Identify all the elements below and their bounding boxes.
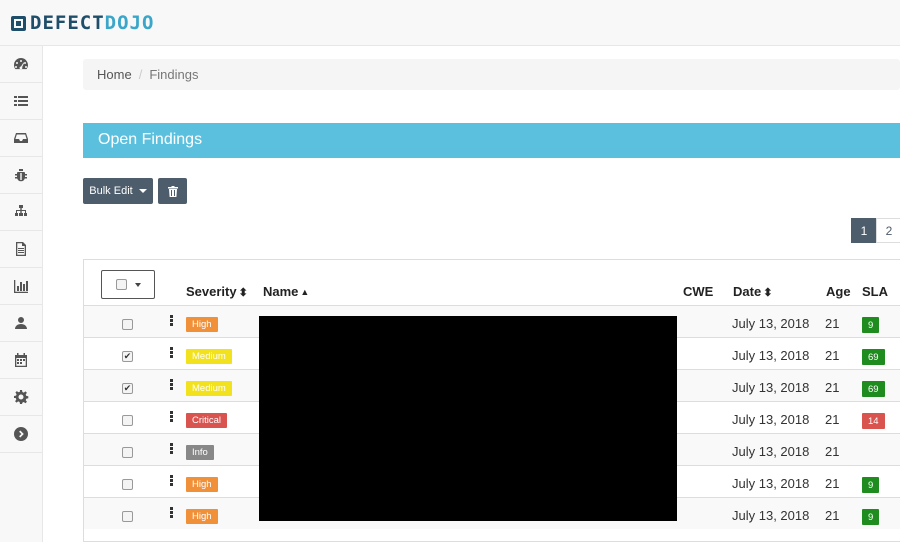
bar-chart-icon xyxy=(14,280,28,293)
page-2-button[interactable]: 2 xyxy=(876,218,900,243)
row-checkbox[interactable]: ✔ xyxy=(122,383,133,394)
column-header-sla[interactable]: SLA xyxy=(862,284,888,299)
sidebar-item-inbox[interactable] xyxy=(0,120,42,157)
sla-badge: 9 xyxy=(862,509,880,525)
sidebar-item-logout[interactable] xyxy=(0,416,42,453)
caret-down-icon xyxy=(138,189,147,193)
page-1-button[interactable]: 1 xyxy=(851,218,877,243)
sort-icon: ⬍ xyxy=(238,287,248,299)
finding-date: July 13, 2018 xyxy=(732,508,810,523)
row-actions-menu-icon[interactable] xyxy=(170,347,174,358)
trash-icon xyxy=(167,185,178,197)
row-checkbox[interactable] xyxy=(122,447,133,458)
bug-icon xyxy=(15,169,27,182)
finding-date: July 13, 2018 xyxy=(732,380,810,395)
column-header-age[interactable]: Age xyxy=(826,284,851,299)
arrow-circle-right-icon xyxy=(14,427,28,441)
delete-button[interactable] xyxy=(158,178,187,204)
sidebar-item-list[interactable] xyxy=(0,83,42,120)
calendar-icon xyxy=(15,353,27,367)
row-actions-menu-icon[interactable] xyxy=(170,507,174,518)
sidebar-item-users[interactable] xyxy=(0,305,42,342)
sla-badge: 14 xyxy=(862,413,885,429)
column-header-date[interactable]: Date ⬍ xyxy=(733,284,772,299)
severity-badge: High xyxy=(186,317,218,332)
row-checkbox[interactable] xyxy=(122,415,133,426)
user-icon xyxy=(15,317,27,329)
sla-badge: 9 xyxy=(862,317,880,333)
row-actions-menu-icon[interactable] xyxy=(170,443,174,454)
defectdojo-logo[interactable]: DEFECTDOJO xyxy=(11,12,154,34)
row-actions-menu-icon[interactable] xyxy=(170,411,174,422)
top-navbar: DEFECTDOJO xyxy=(0,0,900,46)
sort-icon: ⬍ xyxy=(763,287,773,299)
finding-age: 21 xyxy=(825,348,840,363)
severity-badge: Info xyxy=(186,445,214,460)
column-header-cwe[interactable]: CWE xyxy=(683,284,713,299)
sla-badge: 9 xyxy=(862,477,880,493)
gear-icon xyxy=(14,390,29,404)
sidebar-item-metrics[interactable] xyxy=(0,268,42,305)
finding-date: July 13, 2018 xyxy=(732,476,810,491)
severity-badge: High xyxy=(186,477,218,492)
breadcrumb-home-link[interactable]: Home xyxy=(97,67,132,82)
sidebar-item-calendar[interactable] xyxy=(0,342,42,379)
row-checkbox[interactable]: ✔ xyxy=(122,351,133,362)
file-text-icon xyxy=(16,242,26,256)
redacted-region xyxy=(259,316,677,521)
finding-date: July 13, 2018 xyxy=(732,316,810,331)
column-header-severity[interactable]: Severity ⬍ xyxy=(186,284,248,299)
finding-age: 21 xyxy=(825,476,840,491)
finding-age: 21 xyxy=(825,412,840,427)
row-actions-menu-icon[interactable] xyxy=(170,315,174,326)
row-actions-menu-icon[interactable] xyxy=(170,475,174,486)
finding-age: 21 xyxy=(825,316,840,331)
sidebar-item-dashboard[interactable] xyxy=(0,46,42,83)
finding-date: July 13, 2018 xyxy=(732,412,810,427)
finding-age: 21 xyxy=(825,444,840,459)
row-actions-menu-icon[interactable] xyxy=(170,379,174,390)
finding-date: July 13, 2018 xyxy=(732,444,810,459)
finding-date: July 13, 2018 xyxy=(732,348,810,363)
sitemap-icon xyxy=(15,205,27,216)
severity-badge: Medium xyxy=(186,381,232,396)
breadcrumb-current: Findings xyxy=(149,67,199,82)
sla-badge: 69 xyxy=(862,349,885,365)
inbox-icon xyxy=(14,133,28,143)
breadcrumb: Home / Findings xyxy=(83,59,900,90)
select-all-dropdown[interactable] xyxy=(101,270,155,299)
sidebar-item-settings[interactable] xyxy=(0,379,42,416)
severity-badge: Medium xyxy=(186,349,232,364)
breadcrumb-separator: / xyxy=(138,67,143,82)
logo-text-defect: DEFECT xyxy=(30,12,105,34)
sort-ascending-icon: ▲ xyxy=(300,287,310,297)
sidebar xyxy=(0,46,43,542)
list-icon xyxy=(14,96,28,106)
severity-badge: High xyxy=(186,509,218,524)
finding-age: 21 xyxy=(825,380,840,395)
row-checkbox[interactable] xyxy=(122,319,133,330)
sla-badge: 69 xyxy=(862,381,885,397)
pagination: 1 2 xyxy=(851,218,900,243)
sidebar-item-reports[interactable] xyxy=(0,231,42,268)
sidebar-item-components[interactable] xyxy=(0,194,42,231)
severity-badge: Critical xyxy=(186,413,228,428)
select-all-checkbox[interactable] xyxy=(115,279,127,290)
logo-mark-icon xyxy=(11,15,26,31)
caret-down-icon xyxy=(134,282,141,287)
bulk-edit-label: Bulk Edit xyxy=(89,185,133,197)
dashboard-icon xyxy=(14,58,28,70)
finding-age: 21 xyxy=(825,508,840,523)
row-checkbox[interactable] xyxy=(122,479,133,490)
page-title: Open Findings xyxy=(83,123,900,158)
bulk-edit-button[interactable]: Bulk Edit xyxy=(83,178,153,204)
sidebar-item-findings[interactable] xyxy=(0,157,42,194)
logo-text-dojo: DOJO xyxy=(104,12,155,34)
row-checkbox[interactable] xyxy=(122,511,133,522)
column-header-name[interactable]: Name ▲ xyxy=(263,284,309,299)
